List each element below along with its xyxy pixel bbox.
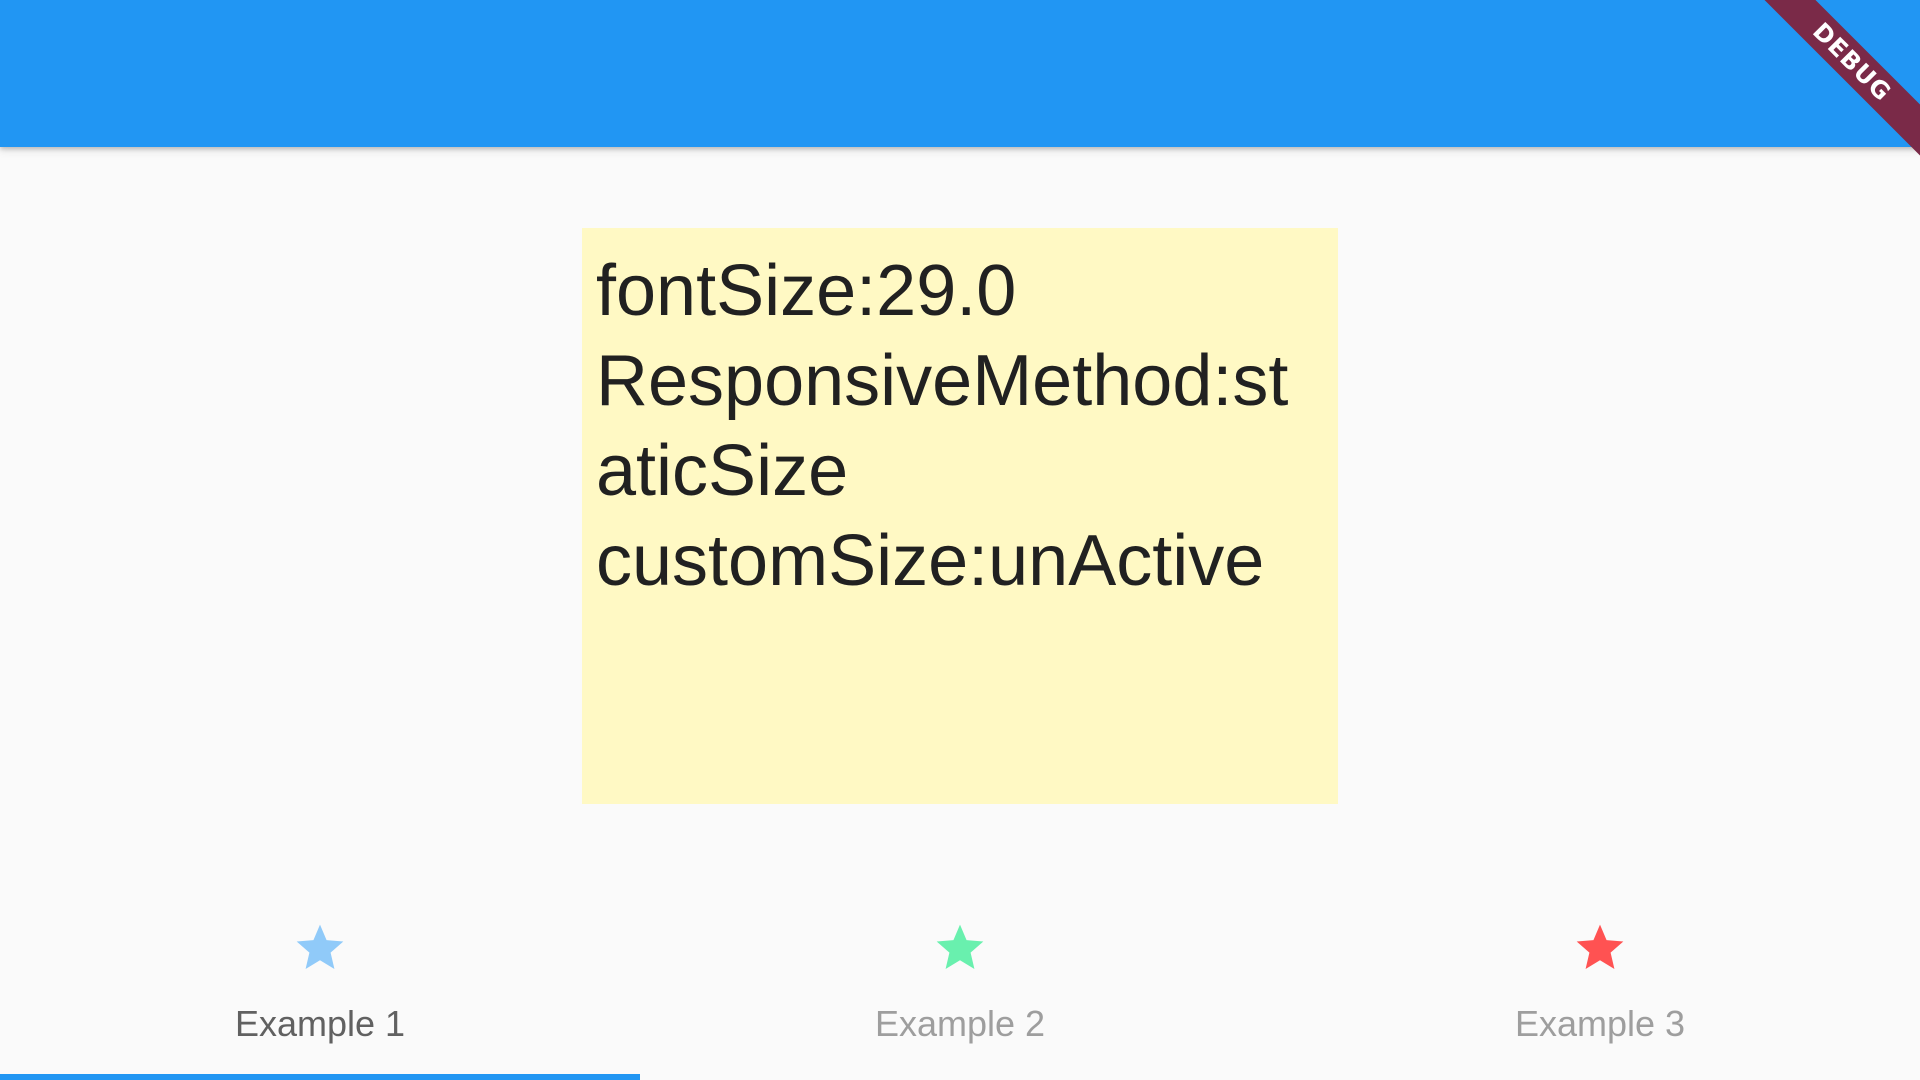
tab-label: Example 2 (874, 1003, 1046, 1044)
app-bar (0, 0, 1920, 147)
star-icon (1576, 924, 1624, 969)
font-size-text: fontSize:29.0 (596, 251, 1017, 331)
tab-example-1[interactable]: Example 1 (0, 900, 640, 1080)
tab-indicator (1280, 1074, 1920, 1080)
app-screen: DEBUG fontSize:29.0 ResponsiveMethod:st … (0, 0, 1920, 1080)
responsive-method-text: ResponsiveMethod:st (596, 341, 1289, 421)
responsive-text-box: fontSize:29.0 ResponsiveMethod:st aticSi… (582, 228, 1338, 804)
bottom-tab-bar: Example 1 Example 2 Example 3 (0, 900, 1920, 1080)
tab-label: Example 3 (1514, 1003, 1686, 1044)
tab-example-3[interactable]: Example 3 (1280, 900, 1920, 1080)
star-icon (296, 924, 344, 969)
responsive-method-text-continued: aticSize (596, 431, 849, 511)
star-icon (936, 924, 984, 969)
custom-size-text: customSize:unActive (596, 521, 1265, 601)
tab-example-2[interactable]: Example 2 (640, 900, 1280, 1080)
selected-tab-indicator (0, 1074, 640, 1080)
tab-indicator (640, 1074, 1280, 1080)
tab-label: Example 1 (234, 1003, 406, 1044)
